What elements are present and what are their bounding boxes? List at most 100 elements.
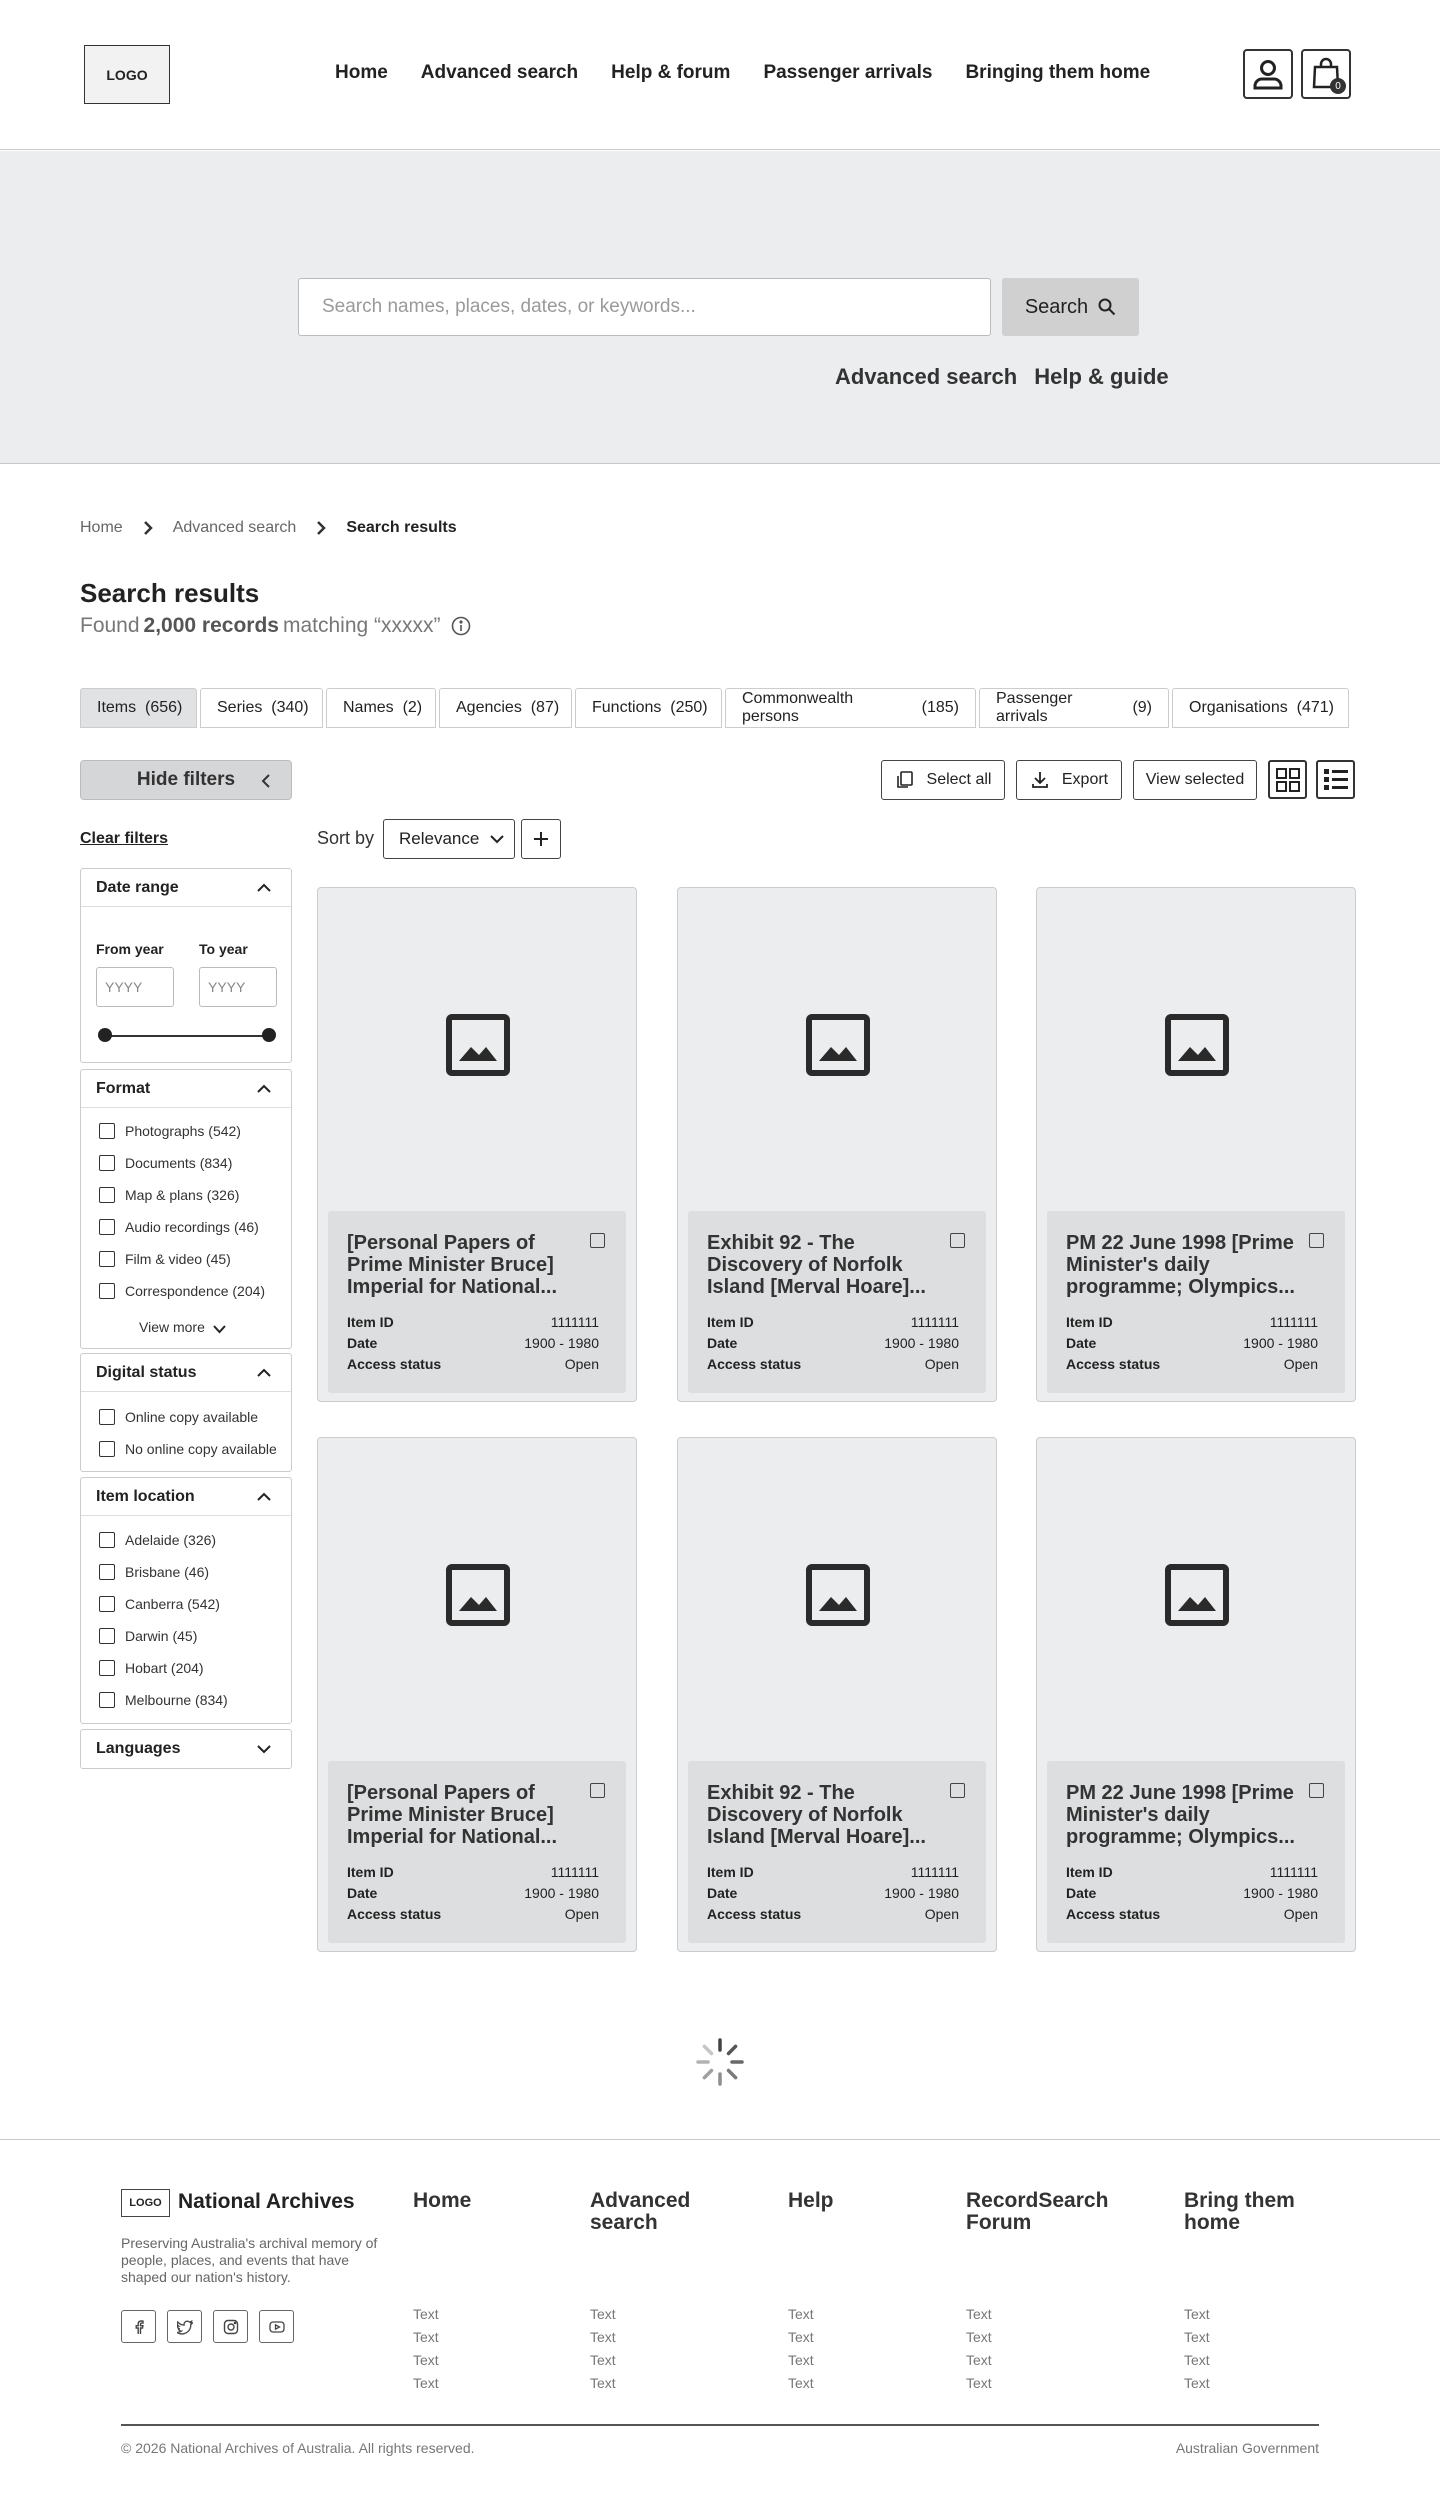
checkbox[interactable] xyxy=(99,1251,115,1267)
card-title[interactable]: Exhibit 92 - The Discovery of Norfolk Is… xyxy=(707,1782,937,1848)
tab-functions[interactable]: Functions (250) xyxy=(575,688,722,728)
checkbox[interactable] xyxy=(99,1660,115,1676)
filter-option[interactable]: Darwin (45) xyxy=(99,1628,197,1644)
checkbox[interactable] xyxy=(99,1441,115,1457)
year-slider-min-handle[interactable] xyxy=(98,1028,112,1042)
filter-option[interactable]: No online copy available xyxy=(99,1441,277,1457)
card-title[interactable]: Exhibit 92 - The Discovery of Norfolk Is… xyxy=(707,1232,937,1298)
tab-organisations[interactable]: Organisations (471) xyxy=(1172,688,1349,728)
checkbox[interactable] xyxy=(99,1692,115,1708)
filter-option[interactable]: Hobart (204) xyxy=(99,1660,204,1676)
nav-advanced-search[interactable]: Advanced search xyxy=(421,62,578,84)
filter-option[interactable]: Adelaide (326) xyxy=(99,1532,216,1548)
card-title[interactable]: PM 22 June 1998 [Prime Minister's daily … xyxy=(1066,1232,1296,1298)
checkbox[interactable] xyxy=(99,1532,115,1548)
checkbox[interactable] xyxy=(99,1187,115,1203)
filter-option[interactable]: Map & plans (326) xyxy=(99,1187,239,1203)
from-year-input[interactable] xyxy=(96,967,174,1007)
filter-option[interactable]: Photographs (542) xyxy=(99,1123,241,1139)
tab-passenger-arrivals[interactable]: Passenger arrivals (9) xyxy=(979,688,1169,728)
card-title[interactable]: PM 22 June 1998 [Prime Minister's daily … xyxy=(1066,1782,1296,1848)
filter-option[interactable]: Film & video (45) xyxy=(99,1251,231,1267)
to-year-input[interactable] xyxy=(199,967,277,1007)
card-select-checkbox[interactable] xyxy=(1309,1233,1324,1248)
footer-link[interactable]: Text xyxy=(966,2306,992,2322)
footer-column-title[interactable]: Home xyxy=(413,2190,471,2212)
filter-option[interactable]: Brisbane (46) xyxy=(99,1564,209,1580)
filter-option[interactable]: Online copy available xyxy=(99,1409,258,1425)
info-icon[interactable] xyxy=(451,616,471,636)
footer-link[interactable]: Text xyxy=(966,2329,992,2345)
footer-logo[interactable]: LOGO xyxy=(121,2189,170,2217)
footer-column-title[interactable]: Help xyxy=(788,2190,834,2212)
view-more-button[interactable]: View more xyxy=(139,1319,226,1335)
add-sort-button[interactable] xyxy=(521,819,561,859)
footer-column-title[interactable]: Bring them home xyxy=(1184,2190,1314,2234)
footer-link[interactable]: Text xyxy=(590,2329,616,2345)
footer-column-title[interactable]: Advanced search xyxy=(590,2190,710,2234)
nav-home[interactable]: Home xyxy=(335,62,388,84)
tab-commonwealth-persons[interactable]: Commonwealth persons (185) xyxy=(725,688,976,728)
checkbox[interactable] xyxy=(99,1123,115,1139)
footer-link[interactable]: Text xyxy=(966,2352,992,2368)
filter-option[interactable]: Documents (834) xyxy=(99,1155,232,1171)
filter-option[interactable]: Audio recordings (46) xyxy=(99,1219,259,1235)
tab-series[interactable]: Series (340) xyxy=(200,688,323,728)
card-select-checkbox[interactable] xyxy=(950,1783,965,1798)
footer-link[interactable]: Text xyxy=(1184,2306,1210,2322)
footer-link[interactable]: Text xyxy=(788,2329,814,2345)
footer-link[interactable]: Text xyxy=(590,2306,616,2322)
cart-button[interactable]: 0 xyxy=(1301,49,1351,99)
checkbox[interactable] xyxy=(99,1409,115,1425)
card-select-checkbox[interactable] xyxy=(590,1783,605,1798)
footer-link[interactable]: Text xyxy=(788,2352,814,2368)
footer-link[interactable]: Text xyxy=(788,2306,814,2322)
footer-link[interactable]: Text xyxy=(1184,2352,1210,2368)
filter-header[interactable]: Digital status xyxy=(81,1354,291,1392)
grid-view-button[interactable] xyxy=(1268,760,1307,799)
footer-column-title[interactable]: RecordSearch Forum xyxy=(966,2190,1126,2234)
facebook-button[interactable] xyxy=(121,2310,156,2343)
year-slider-max-handle[interactable] xyxy=(262,1028,276,1042)
card-select-checkbox[interactable] xyxy=(590,1233,605,1248)
checkbox[interactable] xyxy=(99,1596,115,1612)
result-card[interactable]: Exhibit 92 - The Discovery of Norfolk Is… xyxy=(677,1437,997,1952)
filter-option[interactable]: Melbourne (834) xyxy=(99,1692,228,1708)
nav-bringing-them-home[interactable]: Bringing them home xyxy=(965,62,1150,84)
instagram-button[interactable] xyxy=(213,2310,248,2343)
card-select-checkbox[interactable] xyxy=(1309,1783,1324,1798)
footer-link[interactable]: Text xyxy=(1184,2329,1210,2345)
filter-option[interactable]: Canberra (542) xyxy=(99,1596,220,1612)
tab-items[interactable]: Items (656) xyxy=(80,688,197,728)
view-selected-button[interactable]: View selected xyxy=(1133,760,1257,800)
clear-filters-link[interactable]: Clear filters xyxy=(80,830,168,848)
list-view-button[interactable] xyxy=(1316,760,1355,799)
search-button[interactable]: Search xyxy=(1002,278,1139,336)
footer-link[interactable]: Text xyxy=(590,2375,616,2391)
filter-header[interactable]: Format xyxy=(81,1070,291,1108)
checkbox[interactable] xyxy=(99,1628,115,1644)
breadcrumb-home[interactable]: Home xyxy=(80,519,123,537)
youtube-button[interactable] xyxy=(259,2310,294,2343)
footer-link[interactable]: Text xyxy=(966,2375,992,2391)
filter-header[interactable]: Item location xyxy=(81,1478,291,1516)
filter-option[interactable]: Correspondence (204) xyxy=(99,1283,265,1299)
tab-agencies[interactable]: Agencies (87) xyxy=(439,688,572,728)
checkbox[interactable] xyxy=(99,1155,115,1171)
hide-filters-button[interactable]: Hide filters xyxy=(80,760,292,800)
footer-link[interactable]: Text xyxy=(413,2329,439,2345)
footer-government[interactable]: Australian Government xyxy=(1176,2440,1319,2456)
footer-link[interactable]: Text xyxy=(413,2375,439,2391)
checkbox[interactable] xyxy=(99,1283,115,1299)
footer-link[interactable]: Text xyxy=(590,2352,616,2368)
checkbox[interactable] xyxy=(99,1564,115,1580)
footer-link[interactable]: Text xyxy=(413,2306,439,2322)
nav-help-forum[interactable]: Help & forum xyxy=(611,62,730,84)
breadcrumb-advanced-search[interactable]: Advanced search xyxy=(173,519,297,537)
footer-link[interactable]: Text xyxy=(413,2352,439,2368)
filter-header[interactable]: Date range xyxy=(81,869,291,907)
logo[interactable]: LOGO xyxy=(84,45,170,104)
footer-link[interactable]: Text xyxy=(1184,2375,1210,2391)
hero-advanced-search-link[interactable]: Advanced search xyxy=(835,364,1017,390)
result-card[interactable]: PM 22 June 1998 [Prime Minister's daily … xyxy=(1036,887,1356,1402)
